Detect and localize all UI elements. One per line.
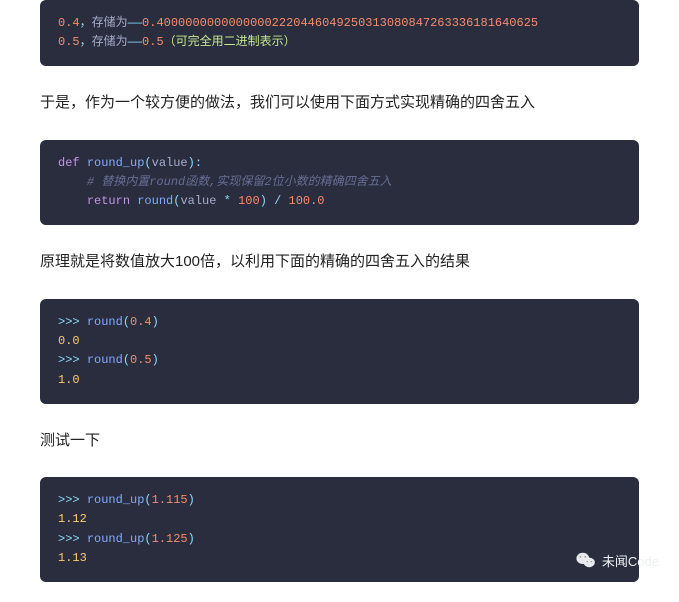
watermark: 未闻Code [576,551,659,570]
code-token: 100.0 [289,194,325,208]
code-token: 0.5 [142,35,164,49]
code-output: 1.13 [58,551,87,565]
code-token: ( [123,353,130,367]
code-token: 存储为 [92,16,128,30]
code-token: return [87,194,130,208]
code-token: ( [144,493,151,507]
code-token: ( [123,315,130,329]
code-prompt: >>> [58,353,80,367]
code-block-round-demo: >>> round(0.4) 0.0 >>> round(0.5) 1.0 [40,299,639,404]
code-output: 1.0 [58,373,80,387]
code-token: 0.4 [58,16,80,30]
code-token: ， [80,35,92,49]
code-token: * [224,194,231,208]
code-token: ， [80,16,92,30]
code-token: round_up [87,156,145,170]
code-token: ) [188,532,195,546]
code-token: （可完全用二进制表示） [164,35,296,49]
code-token: ) [188,493,195,507]
code-comment: # 替换内置round函数,实现保留2位小数的精确四舍五入 [87,175,392,189]
code-token: ( [144,532,151,546]
watermark-text: 未闻Code [602,551,659,570]
code-token: / [274,194,281,208]
code-token: ) [152,353,159,367]
code-token: 存储为 [92,35,128,49]
code-output: 0.0 [58,334,80,348]
code-token: —— [128,16,142,30]
code-token: 1.125 [152,532,188,546]
code-prompt: >>> [58,532,80,546]
code-token: round [87,315,123,329]
code-token: round [137,194,173,208]
code-token: 0.4 [130,315,152,329]
code-token: 0.5 [58,35,80,49]
code-block-storage: 0.4，存储为——0.40000000000000002220446049250… [40,0,639,66]
code-token: 1.115 [152,493,188,507]
code-token: value [180,194,216,208]
code-token: ( [144,156,151,170]
code-token: 0.5 [130,353,152,367]
code-token: def [58,156,80,170]
code-token: round_up [87,493,145,507]
code-prompt: >>> [58,315,80,329]
code-token: round_up [87,532,145,546]
code-token: ) [152,315,159,329]
code-output: 1.12 [58,512,87,526]
code-token: 100 [238,194,260,208]
code-token: ) [260,194,267,208]
code-token: : [195,156,202,170]
paragraph-intro: 于是，作为一个较方便的做法，我们可以使用下面方式实现精确的四舍五入 [40,90,639,116]
paragraph-test: 测试一下 [40,428,639,454]
code-prompt: >>> [58,493,80,507]
code-token: round [87,353,123,367]
code-block-function: def round_up(value): # 替换内置round函数,实现保留2… [40,140,639,226]
code-token: value [152,156,188,170]
paragraph-principle: 原理就是将数值放大100倍，以利用下面的精确的四舍五入的结果 [40,249,639,275]
code-token: ) [188,156,195,170]
wechat-icon [576,552,596,568]
code-block-roundup-demo: >>> round_up(1.115) 1.12 >>> round_up(1.… [40,477,639,582]
code-token: —— [128,35,142,49]
code-token: 0.40000000000000002220446049250313080847… [142,16,538,30]
